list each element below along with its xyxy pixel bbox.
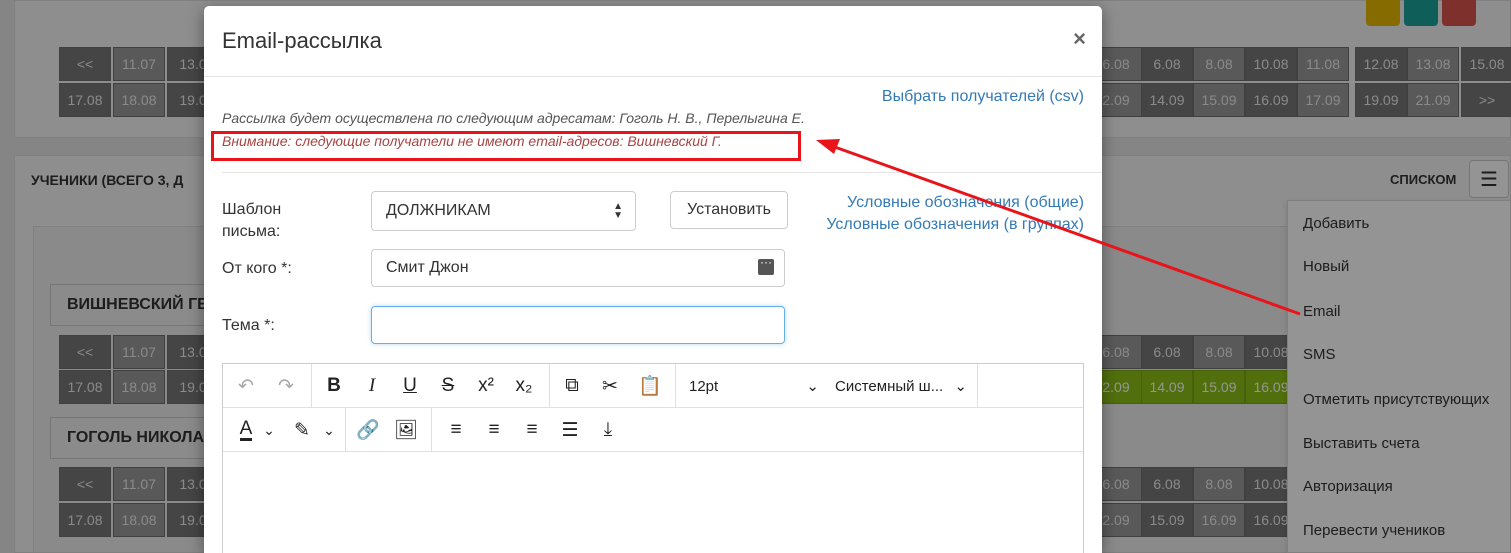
toolbar-separator <box>977 364 978 408</box>
font-family-value: Системный ш... <box>835 377 944 395</box>
link-icon[interactable]: 🔗 <box>353 416 383 444</box>
from-input[interactable]: Смит Джон <box>371 249 785 287</box>
info-divider <box>222 172 1102 173</box>
chevron-down-icon[interactable]: ⌄ <box>259 416 279 444</box>
recipients-info: Рассылка будет осуществлена по следующим… <box>222 110 805 126</box>
strikethrough-icon[interactable]: S <box>433 372 463 400</box>
align-right-icon[interactable]: ≡ <box>517 416 547 444</box>
subject-input[interactable] <box>371 306 785 344</box>
italic-icon[interactable]: I <box>357 372 387 400</box>
insert-template-icon[interactable]: ⤓ <box>593 416 623 444</box>
toolbar-row-2: A ⌄ ✎ ⌄ 🔗 🖼 ≡ ≡ ≡ ☰ ⤓ <box>223 408 1083 452</box>
superscript-icon[interactable]: x² <box>471 372 501 400</box>
toolbar-separator <box>549 364 550 408</box>
align-left-icon[interactable]: ≡ <box>441 416 471 444</box>
select-arrows-icon: ▲ ▼ <box>613 201 623 221</box>
text-color-letter: A <box>239 417 253 441</box>
font-size-select[interactable]: 12pt ⌄ <box>689 372 819 400</box>
template-select-value: ДОЛЖНИКАМ <box>386 202 491 219</box>
toolbar-separator <box>431 408 432 452</box>
legend-general-link[interactable]: Условные обозначения (общие) <box>814 192 1084 214</box>
legend-groups-link[interactable]: Условные обозначения (в группах) <box>814 214 1084 236</box>
font-family-select[interactable]: Системный ш... ⌄ <box>835 372 967 400</box>
set-template-button[interactable]: Установить <box>670 191 788 229</box>
toolbar-separator <box>675 364 676 408</box>
text-color-icon[interactable]: A <box>231 416 261 444</box>
legend-links: Условные обозначения (общие) Условные об… <box>814 192 1084 236</box>
email-modal: Email-рассылка × Выбрать получателей (cs… <box>204 6 1102 553</box>
paste-icon[interactable]: 📋 <box>635 372 665 400</box>
csv-link-text: csv <box>1054 88 1079 105</box>
chevron-down-icon[interactable]: ⌄ <box>319 416 339 444</box>
contact-card-icon[interactable] <box>758 255 774 275</box>
chevron-down-icon: ⌄ <box>954 378 967 395</box>
undo-icon[interactable]: ↶ <box>231 372 261 400</box>
toolbar-separator <box>345 408 346 452</box>
font-size-value: 12pt <box>689 377 719 395</box>
bold-icon[interactable]: B <box>319 372 349 400</box>
subscript-icon[interactable]: x₂ <box>509 372 539 400</box>
from-input-value: Смит Джон <box>386 259 469 276</box>
modal-title: Email-рассылка <box>222 28 382 53</box>
cut-icon[interactable]: ✂ <box>595 372 625 400</box>
align-center-icon[interactable]: ≡ <box>479 416 509 444</box>
subject-label: Тема *: <box>222 317 275 334</box>
copy-icon[interactable]: ⧉ <box>557 372 587 400</box>
template-label: Шаблон письма: <box>222 201 282 240</box>
from-label: От кого *: <box>222 260 292 277</box>
toolbar-separator <box>311 364 312 408</box>
highlight-color-icon[interactable]: ✎ <box>287 416 317 444</box>
select-recipients-suffix: ) <box>1078 88 1084 105</box>
image-icon[interactable]: 🖼 <box>391 416 421 444</box>
rich-text-editor: ↶ ↷ B I U S x² x₂ ⧉ ✂ 📋 12pt ⌄ Системный… <box>222 363 1084 553</box>
template-select[interactable]: ДОЛЖНИКАМ ▲ ▼ <box>371 191 636 231</box>
close-icon[interactable]: × <box>1073 26 1086 52</box>
select-recipients-text: Выбрать получателей ( <box>881 88 1055 105</box>
header-divider <box>204 76 1102 77</box>
toolbar-row-1: ↶ ↷ B I U S x² x₂ ⧉ ✂ 📋 12pt ⌄ Системный… <box>223 364 1083 408</box>
redo-icon[interactable]: ↷ <box>271 372 301 400</box>
chevron-down-icon: ⌄ <box>806 378 819 395</box>
editor-content-area[interactable] <box>223 453 1083 553</box>
align-justify-icon[interactable]: ☰ <box>555 416 585 444</box>
select-recipients-link[interactable]: Выбрать получателей (csv) <box>882 88 1084 106</box>
underline-icon[interactable]: U <box>395 372 425 400</box>
annotation-highlight-box <box>211 131 801 161</box>
